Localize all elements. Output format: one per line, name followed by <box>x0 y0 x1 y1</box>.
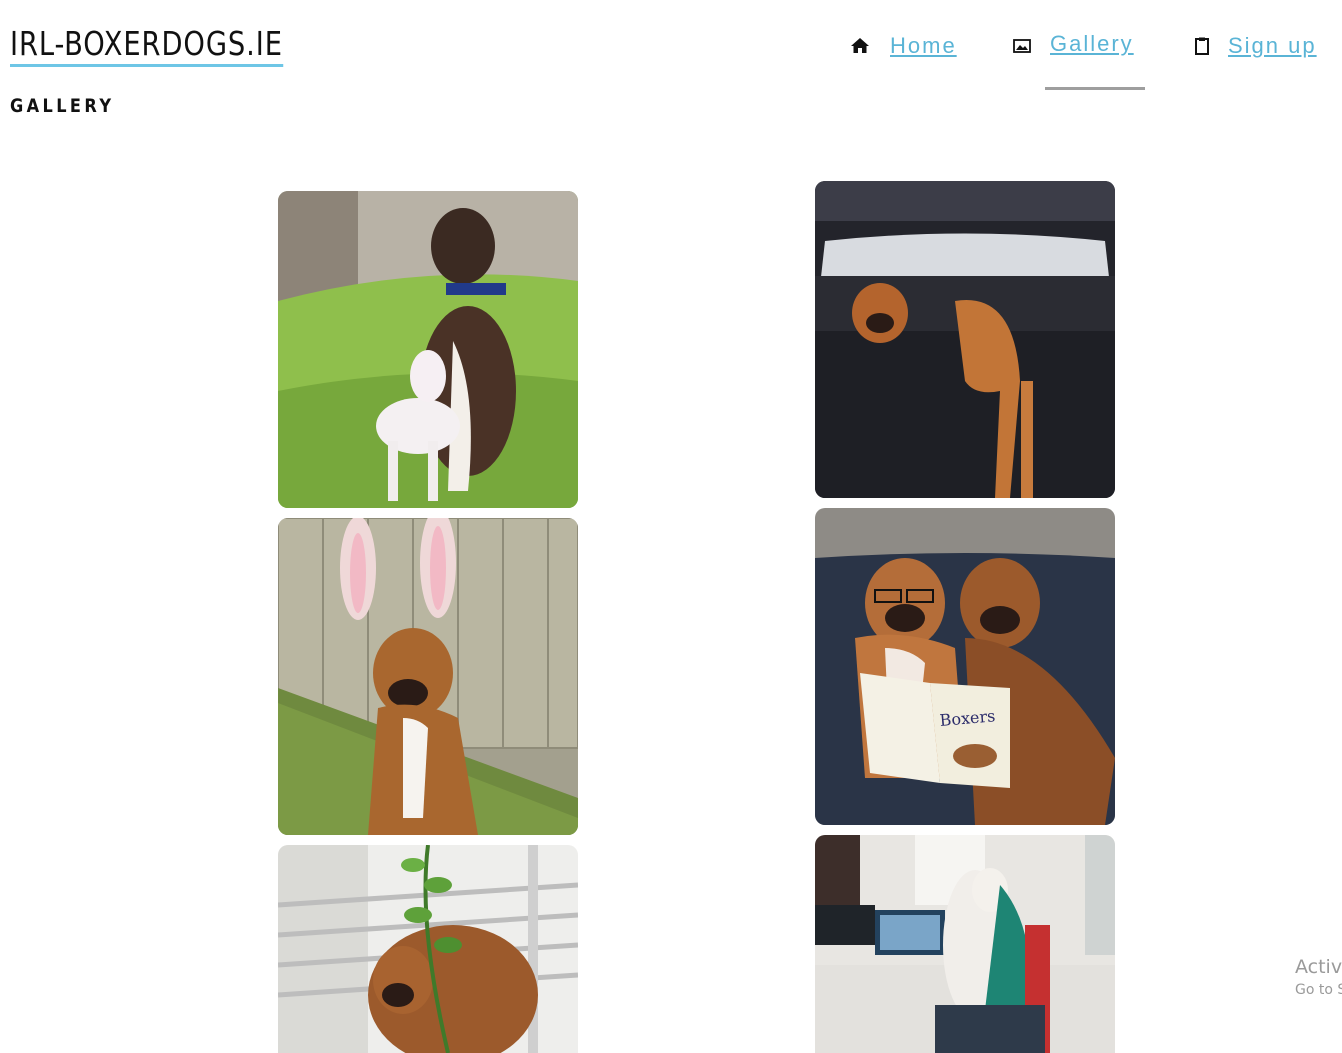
nav-item-signup[interactable]: Sign up <box>1192 30 1317 90</box>
nav-active-indicator <box>1045 87 1145 90</box>
watermark-line-1: Activa <box>1295 956 1342 978</box>
clipboard-icon <box>1192 36 1212 56</box>
image-icon <box>1012 36 1032 56</box>
page-title: GALLERY <box>10 95 115 117</box>
nav-item-home[interactable]: Home <box>850 30 957 90</box>
gallery-photo-boxer-in-car-boot[interactable] <box>815 181 1115 498</box>
nav-link-gallery[interactable]: Gallery <box>1050 28 1134 60</box>
gallery-photo-boxer-with-bunny-ears[interactable] <box>278 518 578 835</box>
nav-link-signup[interactable]: Sign up <box>1228 30 1317 62</box>
watermark-line-2: Go to S <box>1295 982 1342 998</box>
gallery-photo-boxer-at-office-desk[interactable] <box>815 835 1115 1053</box>
nav-item-gallery[interactable]: Gallery <box>1012 28 1134 88</box>
nav-link-home[interactable]: Home <box>890 30 957 62</box>
site-brand-link[interactable]: IRL-BOXERDOGS.IE <box>10 24 283 67</box>
gallery-photo-boxer-with-goat[interactable] <box>278 191 578 508</box>
home-icon <box>850 36 870 56</box>
gallery-photo-boxers-reading-book[interactable]: Boxers <box>815 508 1115 825</box>
activation-watermark: Activa Go to S <box>1295 955 1342 1001</box>
gallery-photo-boxer-by-plant[interactable] <box>278 845 578 1053</box>
